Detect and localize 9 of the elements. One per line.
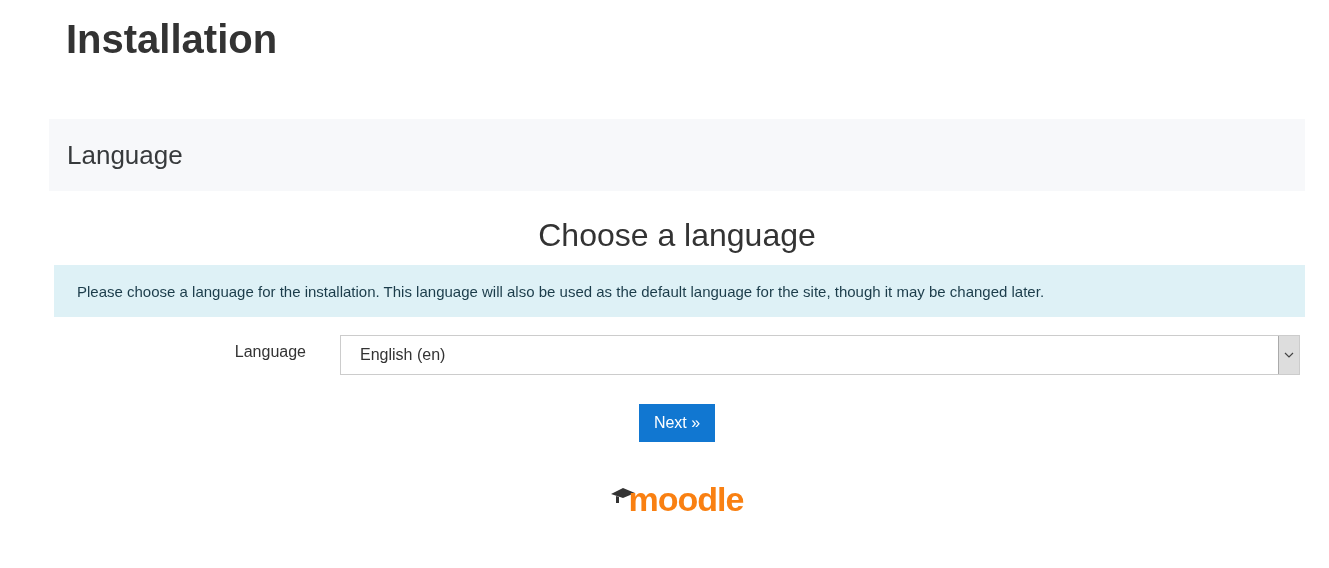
section-title: Language bbox=[67, 139, 183, 171]
caret-icon bbox=[1278, 336, 1299, 374]
moodle-logo: moodle bbox=[610, 480, 744, 518]
page-title: Installation bbox=[65, 16, 279, 63]
language-select[interactable]: English (en) bbox=[340, 335, 1300, 375]
notice-text: Please choose a language for the installation. This language will also be used as the default language for the site, though it may be changed later. bbox=[77, 282, 1045, 300]
field-label: Language bbox=[233, 343, 307, 361]
next-button[interactable]: Next » bbox=[638, 404, 716, 442]
subheading: Choose a language bbox=[538, 217, 816, 253]
